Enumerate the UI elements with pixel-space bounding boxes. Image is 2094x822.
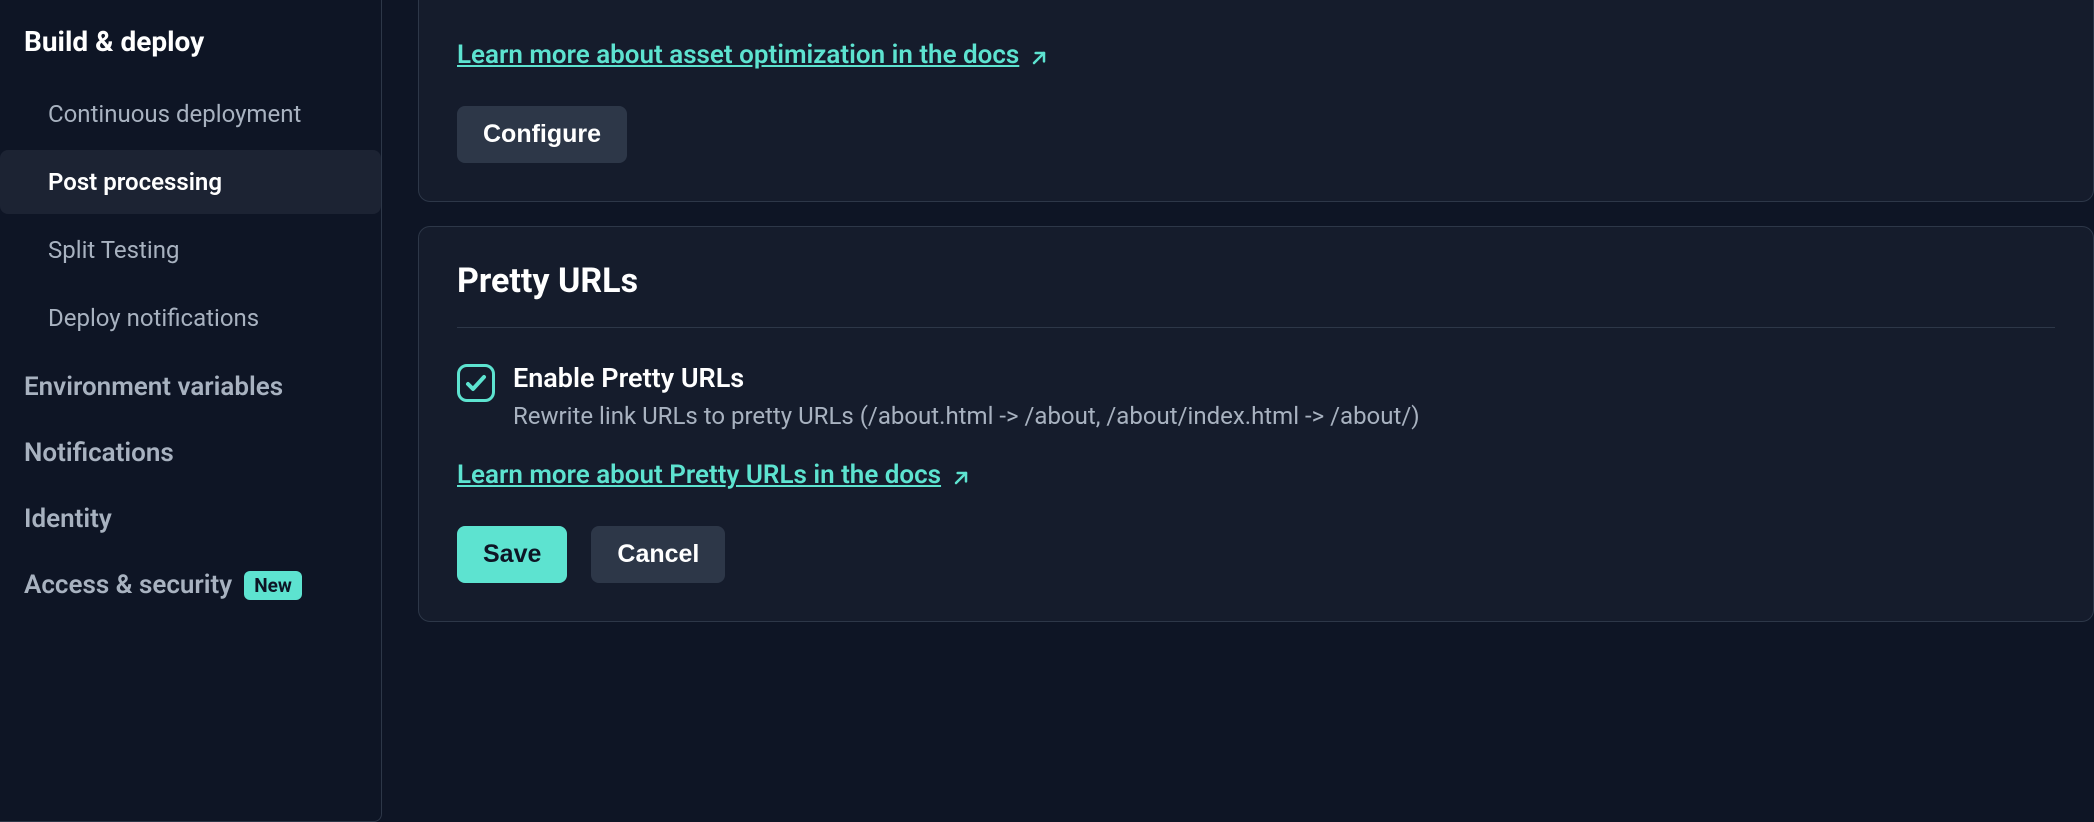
enable-pretty-urls-description: Rewrite link URLs to pretty URLs (/about…: [513, 402, 1420, 430]
asset-optimization-card: Learn more about asset optimization in t…: [418, 0, 2094, 202]
sidebar-item-label: Identity: [24, 504, 112, 534]
docs-link-text: Learn more about Pretty URLs in the docs: [457, 460, 941, 490]
docs-link-text: Learn more about asset optimization in t…: [457, 40, 1019, 70]
pretty-urls-docs-link[interactable]: Learn more about Pretty URLs in the docs: [457, 460, 971, 490]
sidebar-item-split-testing[interactable]: Split Testing: [0, 218, 381, 282]
sidebar-section-build-deploy[interactable]: Build & deploy: [0, 0, 381, 78]
external-link-icon: [1029, 45, 1049, 65]
pretty-urls-card: Pretty URLs Enable Pretty URLs Rewrite l…: [418, 226, 2094, 622]
checkbox-content: Enable Pretty URLs Rewrite link URLs to …: [513, 362, 1420, 430]
sidebar-item-post-processing[interactable]: Post processing: [0, 150, 381, 214]
sidebar-item-notifications[interactable]: Notifications: [0, 420, 381, 486]
enable-pretty-urls-checkbox[interactable]: [457, 364, 495, 402]
new-badge: New: [244, 571, 302, 600]
main-content: Learn more about asset optimization in t…: [382, 0, 2094, 822]
button-row: Save Cancel: [457, 490, 2055, 583]
sidebar-item-label: Access & security: [24, 570, 232, 600]
sidebar-item-identity[interactable]: Identity: [0, 486, 381, 552]
asset-optimization-docs-link[interactable]: Learn more about asset optimization in t…: [457, 40, 1049, 70]
enable-pretty-urls-row: Enable Pretty URLs Rewrite link URLs to …: [457, 362, 2055, 430]
external-link-icon: [951, 465, 971, 485]
sidebar-item-label: Notifications: [24, 438, 174, 468]
checkmark-icon: [464, 371, 488, 395]
sidebar-item-label: Environment variables: [24, 372, 283, 402]
sidebar-item-access-security[interactable]: Access & security New: [0, 552, 381, 618]
sidebar: Build & deploy Continuous deployment Pos…: [0, 0, 382, 822]
configure-button[interactable]: Configure: [457, 106, 627, 163]
sidebar-item-environment-variables[interactable]: Environment variables: [0, 354, 381, 420]
enable-pretty-urls-label[interactable]: Enable Pretty URLs: [513, 362, 1420, 394]
sidebar-item-deploy-notifications[interactable]: Deploy notifications: [0, 286, 381, 350]
pretty-urls-title: Pretty URLs: [457, 227, 2055, 328]
cancel-button[interactable]: Cancel: [591, 526, 725, 583]
sidebar-item-continuous-deployment[interactable]: Continuous deployment: [0, 82, 381, 146]
save-button[interactable]: Save: [457, 526, 567, 583]
